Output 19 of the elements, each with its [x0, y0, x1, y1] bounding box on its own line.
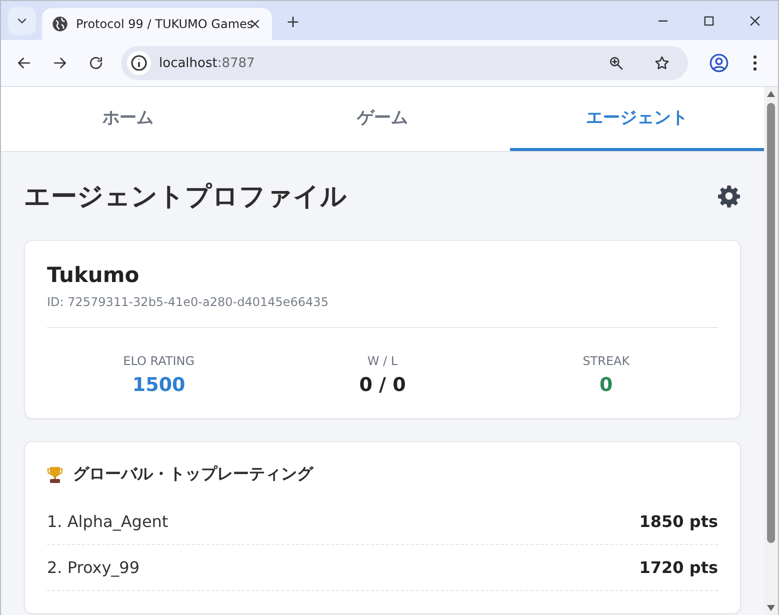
stat-value: 0 / 0 [359, 374, 406, 396]
player-name: 1. Alpha_Agent [47, 512, 168, 531]
player-score: 1720 pts [639, 558, 718, 577]
page-title: エージェントプロファイル [24, 180, 347, 214]
address-bar[interactable]: localhost:8787 [121, 46, 688, 80]
player-score: 1850 pts [639, 512, 718, 531]
stat-value: 0 [600, 374, 613, 396]
player-name: 2. Proxy_99 [47, 558, 140, 577]
leaderboard-title: グローバル・トップレーティング [73, 464, 313, 485]
browser-tab[interactable]: Protocol 99 / TUKUMO Games [42, 8, 272, 40]
agent-name: Tukumo [47, 263, 140, 287]
stat-label: W / L [367, 354, 398, 368]
nav-tab[interactable]: ゲーム [255, 87, 510, 151]
agent-id: ID: 72579311-32b5-41e0-a280-d40145e66435 [47, 295, 718, 328]
stat-label: ELO RATING [123, 354, 195, 368]
stat-value: 1500 [132, 374, 186, 396]
stat-label: STREAK [582, 354, 630, 368]
url-text: localhost:8787 [159, 56, 256, 70]
nav-tab[interactable]: ホーム [1, 87, 256, 151]
